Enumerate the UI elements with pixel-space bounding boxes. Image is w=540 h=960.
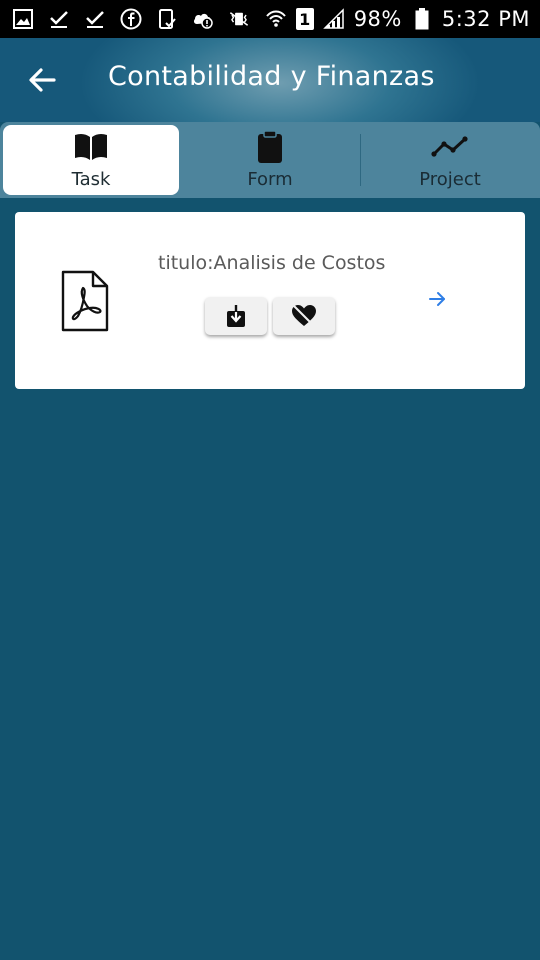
page-title: Contabilidad y Finanzas xyxy=(108,61,435,92)
sim-slot-label: 1 xyxy=(299,9,311,29)
pdf-file-icon xyxy=(61,270,109,332)
battery-icon xyxy=(411,8,433,30)
app-header: Contabilidad y Finanzas xyxy=(0,38,540,122)
clipboard-icon xyxy=(257,129,283,165)
arrow-right-icon xyxy=(429,292,445,306)
sim-icon: 1 xyxy=(295,8,314,30)
tab-task-label: Task xyxy=(71,169,111,190)
facebook-icon xyxy=(120,8,142,30)
gallery-icon xyxy=(12,8,34,30)
signal-icon xyxy=(322,8,345,30)
check-icon xyxy=(84,8,106,30)
cloud-icon xyxy=(192,8,214,30)
tab-form-label: Form xyxy=(247,169,293,190)
check-icon xyxy=(48,8,70,30)
status-system: 1 98% 5:32 PM xyxy=(265,7,530,31)
document-card[interactable]: titulo:Analisis de Costos xyxy=(15,212,525,389)
status-notifications xyxy=(12,8,250,30)
trend-line-icon xyxy=(431,129,469,165)
phone-check-icon xyxy=(156,8,178,30)
tab-divider xyxy=(360,134,361,186)
open-document-button[interactable] xyxy=(425,287,449,311)
status-bar: 1 98% 5:32 PM xyxy=(0,0,540,38)
vibrate-icon xyxy=(228,8,250,30)
battery-percent: 98% xyxy=(353,7,402,31)
arrow-left-icon xyxy=(29,68,56,92)
unfavorite-button[interactable] xyxy=(273,297,335,335)
download-button[interactable] xyxy=(205,297,267,335)
tab-project-label: Project xyxy=(419,169,481,190)
tab-form[interactable]: Form xyxy=(182,125,358,195)
back-button[interactable] xyxy=(24,62,60,98)
tab-bar: Task Form Project xyxy=(0,122,540,198)
clock: 5:32 PM xyxy=(441,7,530,31)
heart-off-icon xyxy=(292,305,316,327)
book-icon xyxy=(73,129,109,165)
wifi-icon xyxy=(265,8,287,30)
tab-task[interactable]: Task xyxy=(3,125,179,195)
download-icon xyxy=(227,305,245,327)
tab-project[interactable]: Project xyxy=(362,125,538,195)
document-title: titulo:Analisis de Costos xyxy=(158,252,386,274)
